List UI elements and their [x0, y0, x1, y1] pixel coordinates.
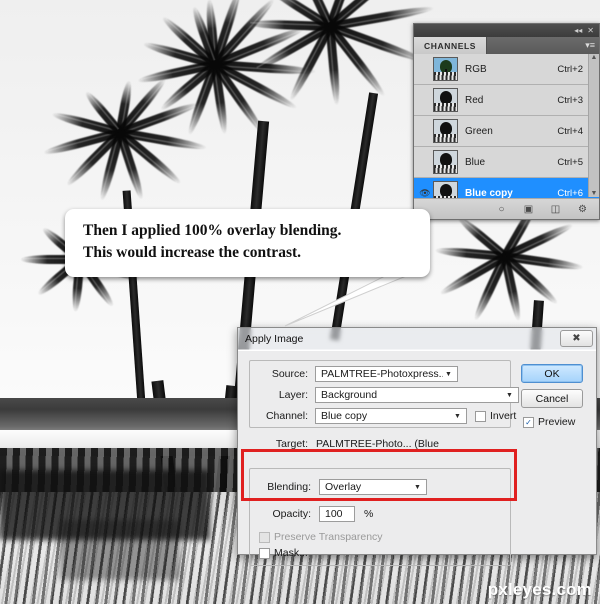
channels-tabbar: CHANNELS ▾≡ [414, 37, 599, 54]
mask-checkbox[interactable] [259, 547, 270, 559]
annotation-line-2: This would increase the contrast. [83, 244, 302, 261]
opacity-unit-label: % [364, 508, 374, 520]
chevron-down-icon: ▼ [445, 370, 452, 378]
channel-row-green[interactable]: Green Ctrl+4 [414, 116, 599, 147]
channels-panel[interactable]: ◂◂ ✕ CHANNELS ▾≡ RGB Ctrl+2 Red Ctrl+3 G… [413, 23, 600, 220]
channel-name-blue: Blue [465, 156, 486, 168]
eye-icon-blue-copy[interactable]: 👁 [417, 188, 433, 199]
cancel-button[interactable]: Cancel [521, 389, 583, 408]
scroll-down-icon[interactable]: ▼ [591, 190, 598, 197]
channel-name-blue-copy: Blue copy [465, 187, 513, 199]
channel-value: Blue copy [321, 410, 368, 422]
chevron-down-icon: ▼ [454, 412, 461, 420]
save-selection-as-channel-icon[interactable]: ▣ [522, 203, 535, 216]
photo-shadow-foreground [60, 520, 180, 580]
dialog-titlebar[interactable]: Apply Image ✖ [238, 328, 596, 350]
channel-dropdown[interactable]: Blue copy ▼ [315, 408, 467, 424]
ok-button[interactable]: OK [521, 364, 583, 383]
invert-label: Invert [490, 410, 517, 422]
annotation-speech-bubble: Then I applied 100% overlay blending. Th… [65, 209, 430, 277]
preview-row[interactable]: ✓ Preview [523, 416, 575, 428]
annotation-line-1: Then I applied 100% overlay blending. [83, 222, 342, 239]
source-row: Source: PALMTREE-Photoxpress... ▼ [260, 366, 510, 382]
dialog-title: Apply Image [245, 332, 304, 345]
channel-row-rgb[interactable]: RGB Ctrl+2 [414, 54, 599, 85]
watermark: pxleyes.com [487, 580, 592, 599]
preview-label: Preview [538, 416, 576, 428]
source-dropdown[interactable]: PALMTREE-Photoxpress... ▼ [315, 366, 458, 382]
opacity-row: Opacity: 100 % [259, 506, 459, 522]
layer-dropdown[interactable]: Background ▼ [315, 387, 519, 403]
preserve-transparency-label: Preserve Transparency [274, 531, 383, 543]
invert-checkbox[interactable] [475, 410, 486, 422]
new-channel-icon[interactable]: ◫ [549, 203, 562, 216]
channel-name-rgb: RGB [465, 63, 487, 75]
apply-image-dialog[interactable]: Apply Image ✖ Source: PALMTREE-Photoxpre… [237, 327, 597, 566]
channel-thumbnail-rgb [433, 57, 458, 81]
layer-row: Layer: Background ▼ [260, 387, 520, 403]
preview-checkbox[interactable]: ✓ [523, 416, 534, 428]
preserve-transparency-checkbox [259, 531, 270, 543]
opacity-input[interactable]: 100 [319, 506, 355, 522]
channel-row-red[interactable]: Red Ctrl+3 [414, 85, 599, 116]
channel-label: Channel: [265, 410, 308, 422]
scroll-up-icon[interactable]: ▲ [591, 54, 598, 61]
delete-channel-icon[interactable]: ⚙ [576, 203, 589, 216]
layer-label: Layer: [278, 389, 308, 401]
opacity-label: Opacity: [272, 508, 311, 520]
tab-channels[interactable]: CHANNELS [414, 37, 488, 54]
source-label: Source: [271, 368, 308, 380]
channel-row: Channel: Blue copy ▼ Invert [246, 408, 526, 424]
channels-scrollbar[interactable]: ▲ ▼ [588, 54, 599, 197]
source-value: PALMTREE-Photoxpress... [321, 368, 443, 380]
close-icon[interactable]: ✖ [560, 330, 593, 347]
channel-thumbnail-green [433, 119, 458, 143]
panel-menu-icon[interactable]: ▾≡ [585, 41, 595, 50]
channel-row-blue[interactable]: Blue Ctrl+5 [414, 147, 599, 178]
chevron-down-icon: ▼ [506, 391, 513, 399]
channel-name-red: Red [465, 94, 484, 106]
channel-thumbnail-red [433, 88, 458, 112]
channels-list: RGB Ctrl+2 Red Ctrl+3 Green Ctrl+4 Blue … [414, 54, 599, 209]
screenshot-root: ◂◂ ✕ CHANNELS ▾≡ RGB Ctrl+2 Red Ctrl+3 G… [0, 0, 600, 604]
collapse-icon[interactable]: ◂◂ [574, 26, 582, 35]
close-icon[interactable]: ✕ [587, 26, 594, 35]
channel-name-green: Green [465, 125, 493, 137]
channels-panel-footer: ○ ▣ ◫ ⚙ [414, 198, 599, 219]
channel-thumbnail-blue [433, 150, 458, 174]
load-channel-as-selection-icon[interactable]: ○ [495, 203, 508, 216]
highlight-rectangle-blending [241, 449, 517, 501]
mask-row[interactable]: Mask... [259, 547, 308, 559]
preserve-transparency-row: Preserve Transparency [259, 531, 383, 543]
layer-value: Background [321, 389, 378, 401]
channels-panel-titlebar: ◂◂ ✕ [414, 24, 599, 37]
mask-label: Mask... [274, 547, 308, 559]
